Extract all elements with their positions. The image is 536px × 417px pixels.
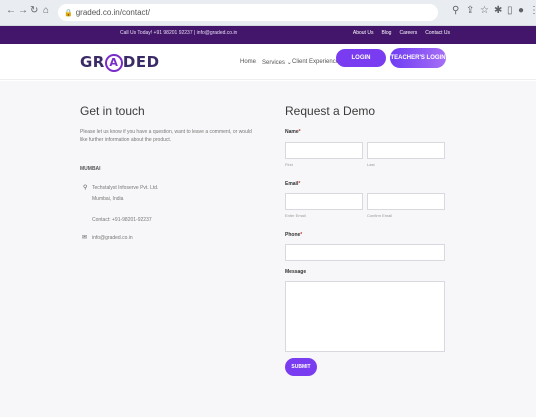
office-label: MUMBAI [80,166,101,172]
topbar-links: About Us Blog Careers Contact Us [353,30,450,36]
menu-dots-icon[interactable]: ⋮ [529,5,536,16]
topbar-link-careers[interactable]: Careers [399,30,417,36]
first-name-input[interactable] [285,142,363,159]
graded-logo[interactable]: GR A DED [80,53,160,73]
get-in-touch-title: Get in touch [80,104,145,118]
topbar-contact: Call Us Today! +91 98201 92237 | info@gr… [120,30,238,36]
company-name: Techstalyst Infoserve Pvt. Ltd. [92,185,159,191]
request-demo-title: Request a Demo [285,104,376,118]
teacher-login-button[interactable]: TEACHER'S LOGIN [390,48,446,68]
contact-intro: Please let us know if you have a questio… [80,129,252,143]
login-button[interactable]: LOGIN [336,49,386,67]
topbar-link-contact[interactable]: Contact Us [425,30,450,36]
last-hint: Last [367,162,375,167]
nav-client-experience[interactable]: Client Experience [292,59,339,65]
confirm-email-input[interactable] [367,193,445,210]
address-bar[interactable]: 🔒 graded.co.in/contact/ [58,4,438,21]
zoom-icon[interactable]: ⚲ [452,5,459,16]
email-label: Email* [285,181,301,187]
nav-services[interactable]: Services ⌄ [262,59,292,66]
email-input[interactable] [285,193,363,210]
name-label: Name* [285,129,301,135]
message-label: Message [285,269,307,275]
contact-phone: Contact: +91-98201-92237 [92,217,152,223]
contact-email[interactable]: info@graded.co.in [92,234,133,242]
home-icon[interactable]: ⌂ [43,5,49,16]
share-icon[interactable]: ⇪ [466,5,474,16]
topbar-link-about[interactable]: About Us [353,30,374,36]
confirm-email-hint: Confirm Email [367,213,393,218]
company-city: Mumbai, India [92,196,124,202]
extensions-icon[interactable]: ✱ [494,5,502,16]
envelope-icon: ✉ [82,235,88,241]
forward-icon[interactable]: → [18,5,28,16]
bookmark-star-icon[interactable]: ☆ [480,5,489,16]
message-textarea[interactable] [285,281,445,352]
last-name-input[interactable] [367,142,445,159]
site-header: GR A DED Home Services ⌄ Client Experience [0,44,536,80]
chevron-down-icon: ⌄ [286,60,292,66]
submit-button[interactable]: SUBMIT [285,358,317,376]
url-text: graded.co.in/contact/ [75,8,150,17]
topbar-link-blog[interactable]: Blog [381,30,391,36]
top-info-bar: Call Us Today! +91 98201 92237 | info@gr… [0,26,536,44]
reload-icon[interactable]: ↻ [30,5,38,16]
sidebar-icon[interactable]: ▯ [507,5,513,16]
location-pin-icon: ⚲ [83,185,88,191]
first-hint: First [285,162,293,167]
nav-home[interactable]: Home [240,59,256,65]
enter-email-hint: Enter Email [285,213,306,218]
phone-label: Phone* [285,232,303,238]
lock-icon: 🔒 [64,10,73,17]
browser-toolbar: ← → ↻ ⌂ 🔒 graded.co.in/contact/ ⚲ ⇪ ☆ ✱ ▯… [0,0,536,26]
back-icon[interactable]: ← [6,5,16,16]
logo-circle-mark: A [104,54,123,72]
phone-input[interactable] [285,244,445,261]
profile-icon[interactable]: ● [518,5,524,16]
